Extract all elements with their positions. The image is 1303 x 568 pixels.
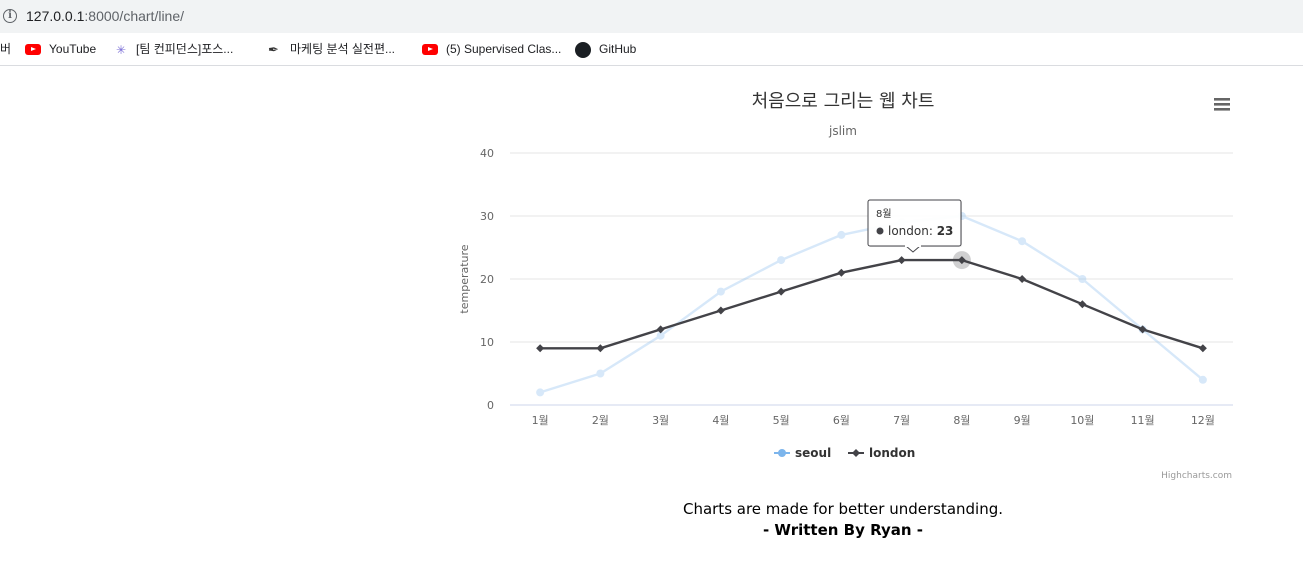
data-point-seoul[interactable] (716, 287, 725, 296)
data-point-seoul[interactable] (536, 388, 545, 397)
y-tick-label: 20 (480, 273, 494, 286)
hover-halo (952, 251, 971, 270)
menu-icon[interactable] (1214, 98, 1230, 111)
data-point-london[interactable] (716, 306, 725, 315)
chart-container: 처음으로 그리는 웹 차트 jslim temperature 0 10 20 30 4… (0, 67, 1303, 497)
credits-link[interactable]: Highcharts.com (1161, 471, 1232, 481)
pen-icon: ✒ (268, 41, 279, 57)
caption-author: - Written By Ryan - (762, 521, 924, 539)
chart-title: 처음으로 그리는 웹 차트 (752, 91, 935, 112)
bookmarks-bar: 버 YouTube ✳ [팀 컨피던스]포스... ✒ 마케팅 분석 실전편... … (0, 33, 1303, 66)
y-tick-label: 40 (480, 147, 494, 160)
bookmark-github[interactable]: GitHub (575, 41, 637, 58)
x-tick-label: 3월 (652, 414, 669, 427)
caption: Charts are made for better understanding… (543, 500, 1143, 539)
data-point-london[interactable] (897, 256, 906, 265)
tooltip-series-dot (876, 227, 884, 235)
bookmark-label: YouTube (49, 42, 97, 56)
bookmark-team[interactable]: ✳ [팀 컨피던스]포스... (114, 41, 233, 57)
x-tick-label: 11월 (1131, 414, 1155, 427)
x-tick-label: 10월 (1070, 414, 1094, 427)
tooltip-value: 23 (937, 224, 954, 238)
bookmark-label: GitHub (599, 42, 637, 56)
x-tick-label: 9월 (1014, 414, 1031, 427)
bookmark-youtube[interactable]: YouTube (25, 41, 96, 57)
chart-subtitle: jslim (828, 124, 857, 138)
y-tick-label: 10 (480, 336, 494, 349)
x-tick-label: 5월 (773, 414, 790, 427)
bookmark-item-0[interactable]: 버 (0, 41, 11, 57)
y-axis-title: temperature (458, 244, 471, 313)
legend-symbol-marker (852, 449, 860, 457)
data-point-london[interactable] (536, 344, 545, 353)
legend-label-seoul[interactable]: seoul (795, 446, 831, 460)
team-icon: ✳ (115, 42, 127, 57)
y-tick-label: 0 (487, 399, 494, 412)
data-point-seoul[interactable] (1018, 237, 1027, 246)
bookmark-label: (5) Supervised Clas... (446, 42, 562, 56)
legend-symbol-marker (778, 449, 786, 457)
url-host: 127.0.0.1 (26, 8, 85, 24)
tooltip: 8월 london: 23 (867, 199, 962, 253)
tooltip-category: 8월 (876, 208, 892, 220)
x-tick-label: 4월 (712, 414, 729, 427)
data-point-london[interactable] (837, 268, 846, 277)
bookmark-marketing[interactable]: ✒ 마케팅 분석 실전편... (268, 41, 395, 57)
x-tick-label: 2월 (592, 414, 609, 427)
url-path: :8000/chart/line/ (84, 8, 185, 24)
data-point-seoul[interactable] (1078, 275, 1087, 283)
series-london[interactable] (536, 256, 1207, 353)
data-point-seoul[interactable] (1198, 375, 1207, 384)
x-tick-label: 6월 (833, 414, 850, 427)
info-icon[interactable]: i (3, 9, 17, 23)
data-point-london[interactable] (1198, 344, 1207, 353)
youtube-icon (422, 44, 438, 56)
bookmark-label: [팀 컨피던스]포스... (136, 42, 234, 56)
x-tick-label: 1월 (532, 414, 549, 427)
bookmark-supervised[interactable]: (5) Supervised Clas... (422, 41, 561, 57)
url-text[interactable]: 127.0.0.1:8000/chart/line/ (26, 8, 184, 24)
data-point-seoul[interactable] (837, 230, 846, 239)
data-point-seoul[interactable] (596, 369, 605, 378)
line-chart[interactable]: 처음으로 그리는 웹 차트 jslim temperature 0 10 20 30 4… (0, 67, 1303, 497)
x-tick-label: 12월 (1191, 414, 1215, 427)
x-axis-ticks: 1월 2월 3월 4월 5월 6월 7월 8월 9월 10월 11월 12월 (532, 414, 1215, 427)
data-point-seoul[interactable] (777, 256, 786, 265)
x-tick-label: 7월 (893, 414, 910, 427)
x-tick-label: 8월 (953, 414, 970, 427)
legend-item-london[interactable]: london (848, 446, 915, 460)
data-point-london[interactable] (1078, 300, 1087, 309)
legend[interactable]: seoul london (774, 446, 915, 460)
address-bar[interactable]: i 127.0.0.1:8000/chart/line/ (0, 0, 1303, 33)
data-point-london[interactable] (777, 287, 786, 296)
tooltip-value-line: london: 23 (888, 224, 953, 238)
legend-item-seoul[interactable]: seoul (774, 446, 831, 460)
bookmark-label: 마케팅 분석 실전편... (290, 42, 395, 56)
data-point-london[interactable] (1018, 275, 1027, 283)
data-point-london[interactable] (596, 344, 605, 353)
caption-text: Charts are made for better understanding… (682, 500, 1004, 518)
tooltip-box (867, 199, 962, 247)
youtube-icon (25, 44, 41, 56)
series-line-london[interactable] (540, 258, 1204, 350)
tooltip-series-name: london: (888, 224, 937, 238)
y-tick-label: 30 (480, 210, 494, 223)
github-icon (575, 41, 591, 58)
tooltip-pointer-cover (905, 245, 921, 247)
grid-lines (510, 152, 1233, 406)
legend-label-london[interactable]: london (869, 446, 915, 460)
bookmark-label: 버 (0, 42, 12, 56)
y-axis-ticks: 0 10 20 30 40 (480, 147, 494, 412)
